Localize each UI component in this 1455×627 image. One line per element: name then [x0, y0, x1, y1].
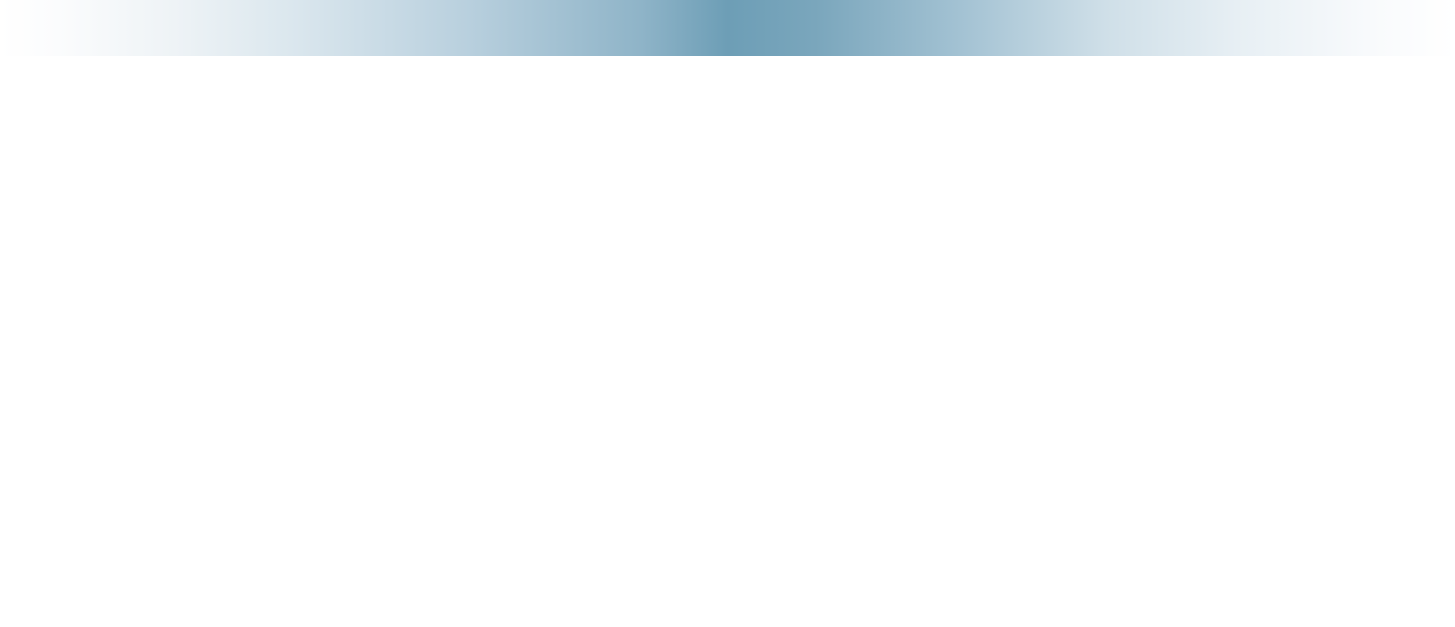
page-title — [0, 0, 1455, 56]
plant-grid-row-1 — [0, 150, 1455, 375]
plant-grid-row-2 — [0, 390, 1455, 627]
page-header-banner — [0, 0, 1455, 56]
